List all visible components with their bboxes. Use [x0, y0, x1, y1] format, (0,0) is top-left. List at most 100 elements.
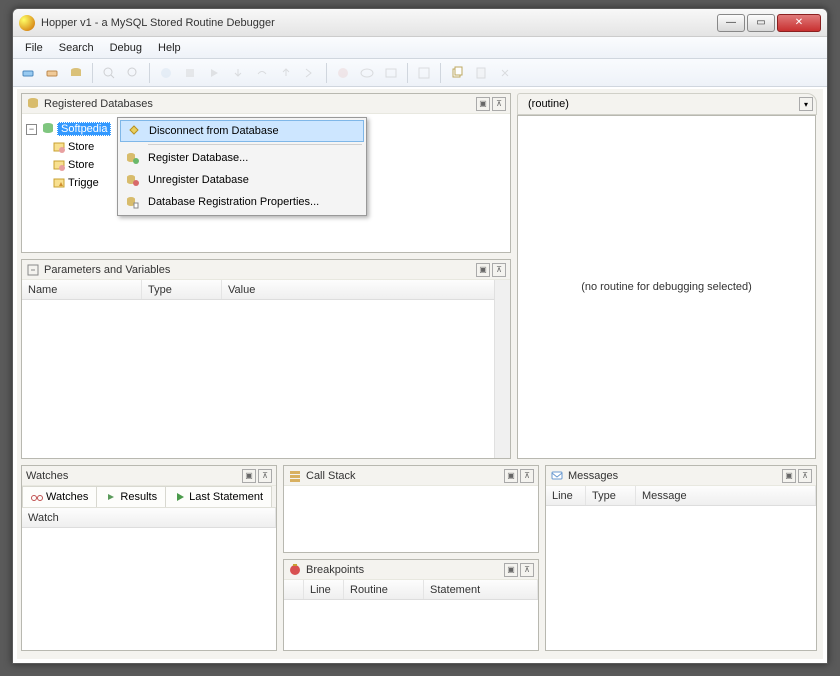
col-line[interactable]: Line: [546, 486, 586, 505]
trigger-icon: [52, 176, 66, 190]
col-line[interactable]: Line: [304, 580, 344, 599]
panel-restore-icon[interactable]: ▣: [476, 263, 490, 277]
panel-title: Messages: [568, 470, 778, 482]
col-type[interactable]: Type: [586, 486, 636, 505]
menu-search[interactable]: Search: [51, 37, 102, 58]
routine-tab[interactable]: (routine): [517, 93, 817, 115]
panel-watches: Watches ▣ ⊼ Watches Results Last Stateme…: [21, 465, 277, 651]
menu-file[interactable]: File: [17, 37, 51, 58]
col-value[interactable]: Value: [222, 280, 510, 299]
col-watch[interactable]: Watch: [22, 508, 276, 527]
panel-breakpoints: Breakpoints ▣ ⊼ Line Routine Statement: [283, 559, 539, 651]
maximize-button[interactable]: ▭: [747, 14, 775, 32]
panel-restore-icon[interactable]: ▣: [242, 469, 256, 483]
panel-title: Breakpoints: [306, 564, 500, 576]
tab-results[interactable]: Results: [96, 486, 166, 507]
panel-pin-icon[interactable]: ⊼: [258, 469, 272, 483]
play-icon: [174, 491, 186, 503]
panel-routine: (routine) ▾ (no routine for debugging se…: [517, 93, 817, 459]
messages-icon: [550, 469, 564, 483]
tb-stepinto-icon[interactable]: [227, 62, 249, 84]
app-window: Hopper v1 - a MySQL Stored Routine Debug…: [12, 8, 828, 664]
tb-eval-icon[interactable]: [380, 62, 402, 84]
panel-title: Call Stack: [306, 470, 500, 482]
titlebar[interactable]: Hopper v1 - a MySQL Stored Routine Debug…: [13, 9, 827, 37]
tree-node-selected[interactable]: Softpedia: [57, 122, 111, 136]
plug-icon: [125, 123, 141, 139]
panel-pin-icon[interactable]: ⊼: [520, 469, 534, 483]
params-icon: [26, 263, 40, 277]
tb-stop-icon[interactable]: [179, 62, 201, 84]
context-menu: Disconnect from Database Register Databa…: [117, 117, 367, 216]
tb-find-icon[interactable]: [98, 62, 120, 84]
panel-pin-icon[interactable]: ⊼: [492, 263, 506, 277]
panel-pin-icon[interactable]: ⊼: [798, 469, 812, 483]
tb-breakpoint-icon[interactable]: [332, 62, 354, 84]
menu-debug[interactable]: Debug: [102, 37, 150, 58]
tb-watch-icon[interactable]: [356, 62, 378, 84]
toolbar: [13, 59, 827, 87]
db-props-icon: [124, 194, 140, 210]
menu-register[interactable]: Register Database...: [120, 147, 364, 169]
tb-paste-icon[interactable]: [470, 62, 492, 84]
tb-disconnect-icon[interactable]: [41, 62, 63, 84]
panel-title: Parameters and Variables: [44, 264, 472, 276]
panel-restore-icon[interactable]: ▣: [504, 469, 518, 483]
tb-debug-icon[interactable]: [155, 62, 177, 84]
db-node-icon: [41, 122, 55, 136]
menu-disconnect[interactable]: Disconnect from Database: [120, 120, 364, 142]
routine-empty-text: (no routine for debugging selected): [581, 281, 752, 293]
database-icon: [26, 97, 40, 111]
routine-dropdown-icon[interactable]: ▾: [799, 97, 813, 111]
tb-register-icon[interactable]: [65, 62, 87, 84]
tb-findnext-icon[interactable]: [122, 62, 144, 84]
tree-node[interactable]: Trigge: [68, 177, 99, 189]
tab-watches[interactable]: Watches: [22, 486, 97, 507]
tb-stepout-icon[interactable]: [275, 62, 297, 84]
menu-properties[interactable]: Database Registration Properties...: [120, 191, 364, 213]
panel-callstack: Call Stack ▣ ⊼: [283, 465, 539, 553]
window-title: Hopper v1 - a MySQL Stored Routine Debug…: [41, 17, 717, 29]
minimize-button[interactable]: —: [717, 14, 745, 32]
tab-last-statement[interactable]: Last Statement: [165, 486, 272, 507]
panel-title: Watches: [26, 470, 238, 482]
col-name[interactable]: Name: [22, 280, 142, 299]
tree-node[interactable]: Store: [68, 159, 94, 171]
tree-node[interactable]: Store: [68, 141, 94, 153]
tb-window-icon[interactable]: [413, 62, 435, 84]
col-message[interactable]: Message: [636, 486, 816, 505]
panel-restore-icon[interactable]: ▣: [476, 97, 490, 111]
tree-collapse-icon[interactable]: −: [26, 124, 37, 135]
tb-connect-icon[interactable]: [17, 62, 39, 84]
tb-runtocursor-icon[interactable]: [299, 62, 321, 84]
menu-help[interactable]: Help: [150, 37, 189, 58]
db-add-icon: [124, 150, 140, 166]
app-icon: [19, 15, 35, 31]
results-icon: [105, 491, 117, 503]
params-header: Name Type Value: [22, 280, 510, 300]
tb-copy-icon[interactable]: [446, 62, 468, 84]
col-routine[interactable]: Routine: [344, 580, 424, 599]
panel-pin-icon[interactable]: ⊼: [492, 97, 506, 111]
col-check[interactable]: [284, 580, 304, 599]
panel-title: Registered Databases: [44, 98, 472, 110]
tb-stepover-icon[interactable]: [251, 62, 273, 84]
menubar: File Search Debug Help: [13, 37, 827, 59]
tb-run-icon[interactable]: [203, 62, 225, 84]
content-area: Registered Databases ▣ ⊼ − Softpedia Sto…: [17, 89, 823, 659]
db-remove-icon: [124, 172, 140, 188]
scrollbar[interactable]: [494, 280, 510, 458]
menu-unregister[interactable]: Unregister Database: [120, 169, 364, 191]
panel-restore-icon[interactable]: ▣: [782, 469, 796, 483]
panel-pin-icon[interactable]: ⊼: [520, 563, 534, 577]
tb-delete-icon[interactable]: [494, 62, 516, 84]
col-statement[interactable]: Statement: [424, 580, 538, 599]
panel-restore-icon[interactable]: ▣: [504, 563, 518, 577]
col-type[interactable]: Type: [142, 280, 222, 299]
callstack-icon: [288, 469, 302, 483]
watches-tabs: Watches Results Last Statement: [22, 486, 276, 508]
procedure-icon: [52, 158, 66, 172]
breakpoint-icon: [288, 563, 302, 577]
close-button[interactable]: ✕: [777, 14, 821, 32]
routine-editor: (no routine for debugging selected): [517, 115, 816, 459]
